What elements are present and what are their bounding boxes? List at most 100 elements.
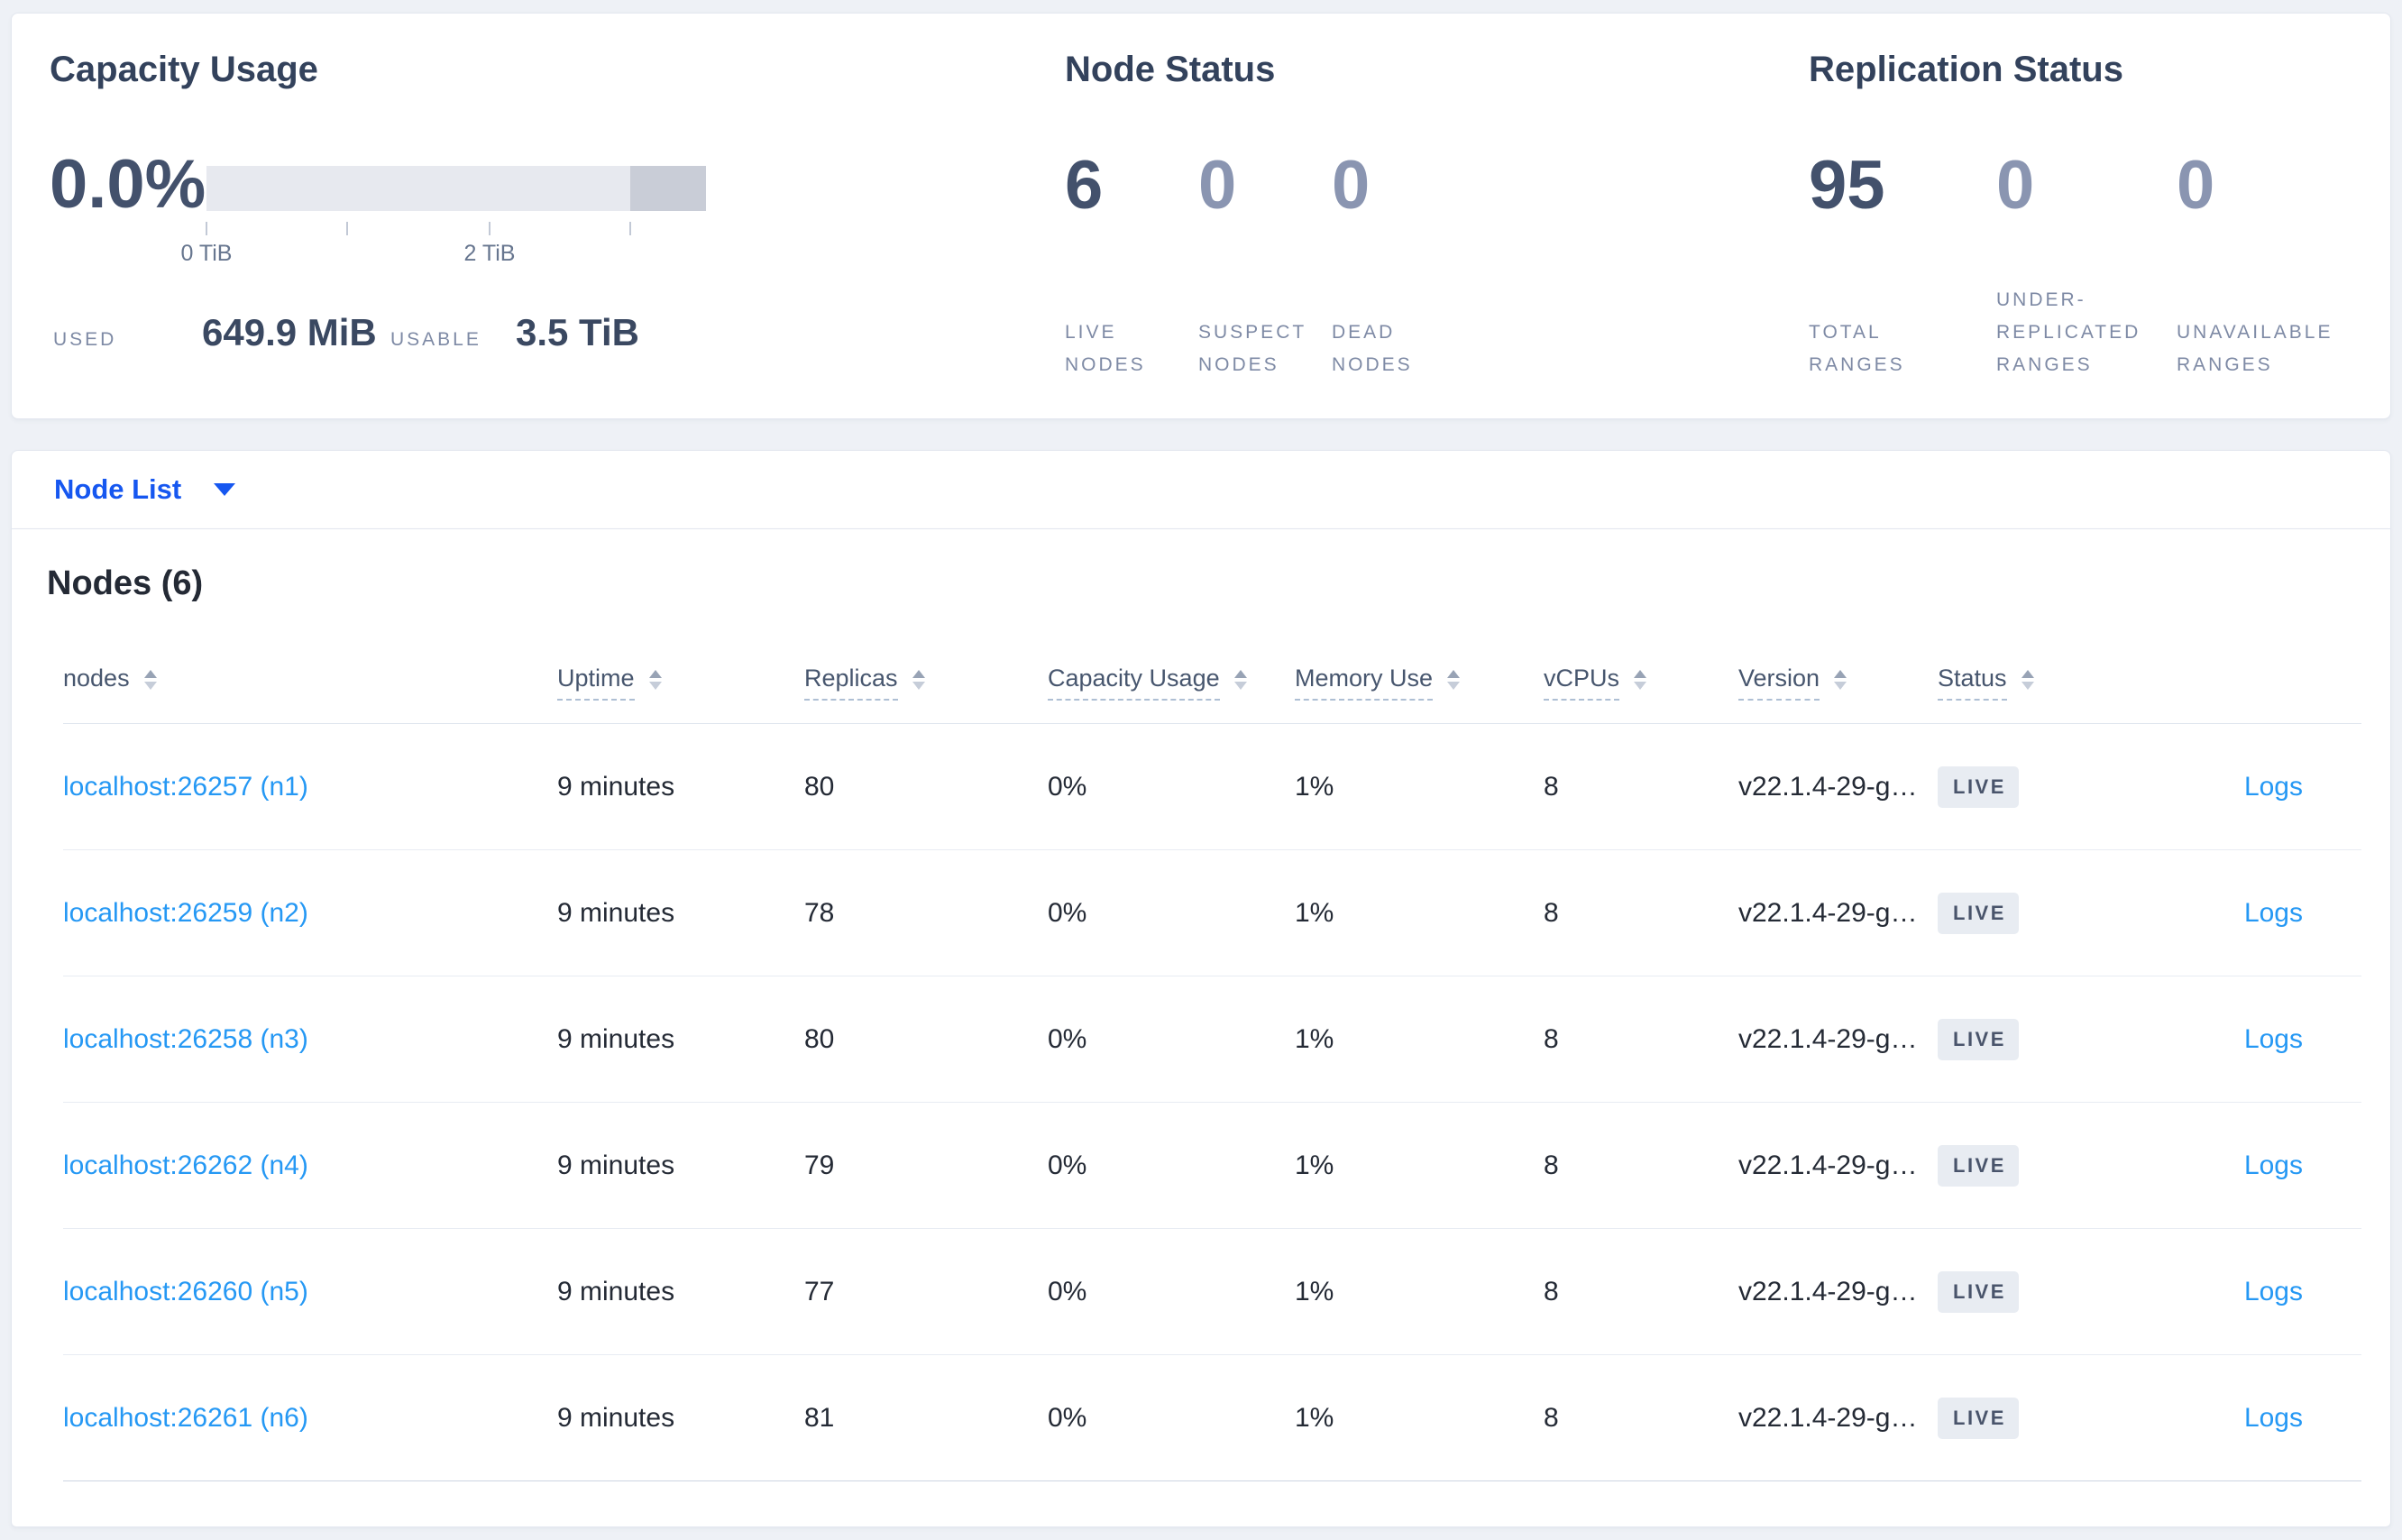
axis-tick-label: 2 TiB [463, 241, 516, 266]
version-cell: v22.1.4-29-g… [1738, 1023, 1918, 1054]
node-link[interactable]: localhost:26257 (n1) [63, 772, 308, 802]
status-badge: LIVE [1938, 1397, 2019, 1439]
replicas-cell: 78 [804, 897, 835, 928]
node-link[interactable]: localhost:26259 (n2) [63, 898, 308, 928]
uptime-cell: 9 minutes [557, 1150, 675, 1180]
sort-icon [143, 669, 157, 690]
usable-label: USABLE [390, 329, 481, 350]
capacity-footer: USED 649.9 MiB USABLE 3.5 TiB [53, 311, 639, 354]
node-status-section: Node Status 6 0 0 LIVE NODES SUSPECT NOD… [1065, 48, 1750, 390]
capacity-usage-cell: 0% [1048, 897, 1087, 928]
memory-use-cell: 1% [1295, 1402, 1334, 1433]
sort-icon [1634, 669, 1647, 690]
capacity-usage-section: Capacity Usage 0.0% 0 TiB 2 TiB USED 649… [50, 48, 762, 390]
memory-use-cell: 1% [1295, 1276, 1334, 1306]
status-badge: LIVE [1938, 1270, 2019, 1313]
node-link[interactable]: localhost:26260 (n5) [63, 1277, 308, 1306]
vcpus-cell: 8 [1544, 771, 1559, 802]
nodes-heading: Nodes (6) [47, 564, 204, 602]
live-nodes-label: LIVE NODES [1065, 322, 1146, 375]
sort-icon [1834, 669, 1847, 690]
replication-status-section: Replication Status 95 0 0 TOTAL RANGES U… [1809, 48, 2377, 390]
replication-status-title: Replication Status [1809, 50, 2123, 89]
nodes-panel: Nodes (6) nodes Uptime Replicas Capacity… [11, 529, 2391, 1527]
suspect-nodes-count: 0 [1198, 147, 1237, 224]
node-link[interactable]: localhost:26261 (n6) [63, 1403, 308, 1433]
uptime-cell: 9 minutes [557, 1276, 675, 1306]
capacity-usage-cell: 0% [1048, 1276, 1087, 1306]
status-badge: LIVE [1938, 765, 2019, 808]
column-header-nodes[interactable]: nodes [63, 665, 557, 701]
table-row: localhost:26259 (n2) 9 minutes 78 0% 1% … [63, 850, 2361, 976]
unavailable-ranges-label: UNAVAILABLE RANGES [2177, 322, 2333, 375]
vcpus-cell: 8 [1544, 1402, 1559, 1433]
column-header-uptime[interactable]: Uptime [557, 665, 804, 701]
capacity-usage-cell: 0% [1048, 771, 1087, 802]
logs-link[interactable]: Logs [2244, 1150, 2303, 1180]
status-badge: LIVE [1938, 1144, 2019, 1187]
sort-icon [912, 669, 925, 690]
uptime-cell: 9 minutes [557, 771, 675, 802]
used-value: 649.9 MiB [202, 311, 377, 353]
axis-tick [629, 222, 631, 235]
column-header-memory-use[interactable]: Memory Use [1295, 665, 1544, 701]
table-row: localhost:26262 (n4) 9 minutes 79 0% 1% … [63, 1103, 2361, 1229]
chevron-down-icon [214, 483, 236, 496]
capacity-bar-segment [629, 166, 706, 211]
dead-nodes-count: 0 [1332, 147, 1371, 224]
node-status-labels: LIVE NODES SUSPECT NODES DEAD NODES [1065, 282, 1465, 381]
axis-tick [489, 222, 490, 235]
version-cell: v22.1.4-29-g… [1738, 771, 1918, 802]
dead-nodes-label: DEAD NODES [1332, 322, 1413, 375]
table-row: localhost:26260 (n5) 9 minutes 77 0% 1% … [63, 1229, 2361, 1355]
column-header-status[interactable]: Status [1938, 665, 2163, 701]
sort-icon [1233, 669, 1247, 690]
version-cell: v22.1.4-29-g… [1738, 1402, 1918, 1433]
memory-use-cell: 1% [1295, 897, 1334, 928]
replicas-cell: 81 [804, 1402, 835, 1433]
under-replicated-ranges-count: 0 [1996, 147, 2035, 224]
axis-tick-label: 0 TiB [180, 241, 233, 266]
table-row: localhost:26258 (n3) 9 minutes 80 0% 1% … [63, 976, 2361, 1103]
logs-link[interactable]: Logs [2244, 1277, 2303, 1306]
logs-link[interactable]: Logs [2244, 772, 2303, 802]
column-header-replicas[interactable]: Replicas [804, 665, 1048, 701]
column-header-vcpus[interactable]: vCPUs [1544, 665, 1738, 701]
table-row: localhost:26257 (n1) 9 minutes 80 0% 1% … [63, 724, 2361, 850]
node-link[interactable]: localhost:26258 (n3) [63, 1024, 308, 1054]
total-ranges-label: TOTAL RANGES [1809, 322, 1905, 375]
replication-status-labels: TOTAL RANGES UNDER- REPLICATED RANGES UN… [1809, 282, 2333, 381]
capacity-usage-cell: 0% [1048, 1402, 1087, 1433]
total-ranges-count: 95 [1809, 147, 1885, 224]
capacity-usage-cell: 0% [1048, 1150, 1087, 1180]
uptime-cell: 9 minutes [557, 1023, 675, 1054]
view-selector-dropdown[interactable]: Node List [11, 450, 2391, 529]
unavailable-ranges-count: 0 [2177, 147, 2215, 224]
logs-link[interactable]: Logs [2244, 1024, 2303, 1054]
column-header-capacity-usage[interactable]: Capacity Usage [1048, 665, 1295, 701]
node-status-values: 6 0 0 [1065, 151, 1465, 221]
version-cell: v22.1.4-29-g… [1738, 1150, 1918, 1180]
memory-use-cell: 1% [1295, 1150, 1334, 1180]
replicas-cell: 79 [804, 1150, 835, 1180]
logs-link[interactable]: Logs [2244, 1403, 2303, 1433]
logs-link[interactable]: Logs [2244, 898, 2303, 928]
version-cell: v22.1.4-29-g… [1738, 897, 1918, 928]
column-header-version[interactable]: Version [1738, 665, 1938, 701]
view-selector-label[interactable]: Node List [54, 473, 181, 506]
used-label: USED [53, 329, 117, 350]
usable-value: 3.5 TiB [516, 311, 639, 353]
status-badge: LIVE [1938, 1018, 2019, 1060]
sort-icon [1447, 669, 1461, 690]
axis-tick [346, 222, 348, 235]
cluster-summary-card: Capacity Usage 0.0% 0 TiB 2 TiB USED 649… [11, 13, 2391, 419]
replicas-cell: 80 [804, 771, 835, 802]
uptime-cell: 9 minutes [557, 1402, 675, 1433]
suspect-nodes-label: SUSPECT NODES [1198, 322, 1307, 375]
node-link[interactable]: localhost:26262 (n4) [63, 1150, 308, 1180]
uptime-cell: 9 minutes [557, 897, 675, 928]
vcpus-cell: 8 [1544, 1276, 1559, 1306]
vcpus-cell: 8 [1544, 897, 1559, 928]
vcpus-cell: 8 [1544, 1150, 1559, 1180]
capacity-usage-bar [206, 166, 706, 211]
